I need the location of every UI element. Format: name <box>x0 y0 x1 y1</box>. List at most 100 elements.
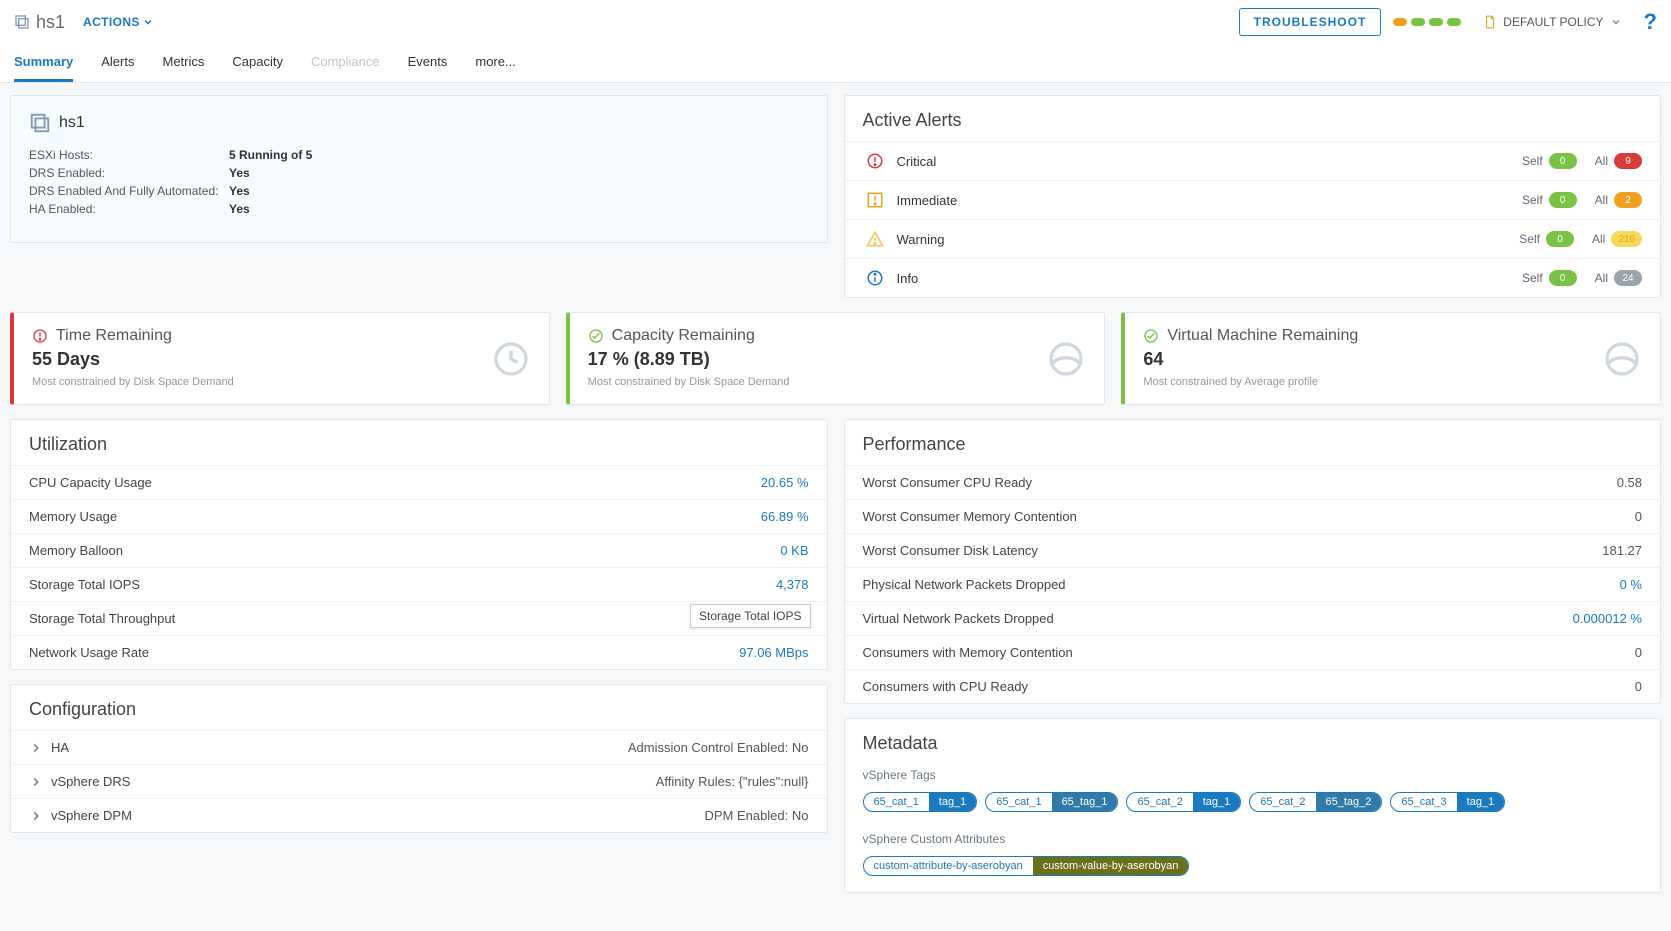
config-row-vsphere-drs[interactable]: vSphere DRSAffinity Rules: {"rules":null… <box>11 764 827 798</box>
kpi-virtual-machine-remaining[interactable]: Virtual Machine Remaining64Most constrai… <box>1121 312 1661 405</box>
page-title: hs1 <box>36 12 65 33</box>
alert-self-count: 0 <box>1546 231 1574 247</box>
tag-chip[interactable]: 65_cat_165_tag_1 <box>985 792 1118 812</box>
summary-key: DRS Enabled And Fully Automated: <box>29 184 229 198</box>
config-label: vSphere DRS <box>51 774 656 789</box>
alert-self-label: Self <box>1522 193 1543 207</box>
alert-row-critical[interactable]: CriticalSelf0All9 <box>845 141 1661 180</box>
tags-label: vSphere Tags <box>845 764 1661 792</box>
alert-self-label: Self <box>1519 232 1540 246</box>
metric-value[interactable]: 0.000012 % <box>1573 611 1642 626</box>
tag-chip[interactable]: 65_cat_265_tag_2 <box>1249 792 1382 812</box>
summary-value: Yes <box>229 184 250 198</box>
summary-key: DRS Enabled: <box>29 166 229 180</box>
tab-more[interactable]: more... <box>475 44 515 82</box>
config-row-vsphere-dpm[interactable]: vSphere DPMDPM Enabled: No <box>11 798 827 832</box>
health-badge[interactable] <box>1393 18 1407 26</box>
metric-value: 181.27 <box>1602 543 1642 558</box>
tab-metrics[interactable]: Metrics <box>162 44 204 82</box>
metric-value[interactable]: 4,378 <box>776 577 809 592</box>
alert-row-info[interactable]: InfoSelf0All24 <box>845 258 1661 297</box>
health-badge[interactable] <box>1447 18 1461 26</box>
tab-alerts[interactable]: Alerts <box>101 44 134 82</box>
alert-name: Warning <box>897 232 1502 247</box>
actions-menu[interactable]: ACTIONS <box>83 15 154 29</box>
chip-value: tag_1 <box>1193 793 1241 811</box>
alert-all-count: 9 <box>1614 153 1642 169</box>
metric-label: Worst Consumer CPU Ready <box>863 475 1033 490</box>
kpi-time-remaining[interactable]: Time Remaining55 DaysMost constrained by… <box>10 312 550 405</box>
metric-value[interactable]: 0 % <box>1620 577 1642 592</box>
cluster-icon <box>14 14 30 30</box>
metric-label: Storage Total IOPS <box>29 577 140 592</box>
alert-row-warning[interactable]: WarningSelf0All216 <box>845 219 1661 258</box>
performance-row: Consumers with CPU Ready 0 <box>845 669 1661 703</box>
tag-chip[interactable]: custom-attribute-by-aserobyancustom-valu… <box>863 856 1190 876</box>
kpi-status-icon <box>588 328 604 344</box>
performance-title: Performance <box>845 420 1661 465</box>
health-badge[interactable] <box>1411 18 1425 26</box>
config-row-ha[interactable]: HAAdmission Control Enabled: No <box>11 730 827 764</box>
performance-row: Worst Consumer CPU Ready 0.58 <box>845 465 1661 499</box>
policy-selector[interactable]: DEFAULT POLICY <box>1483 15 1621 29</box>
alert-all-label: All <box>1595 154 1608 168</box>
active-alerts-title: Active Alerts <box>845 96 1661 141</box>
performance-card: Performance Worst Consumer CPU Ready 0.58… <box>844 419 1662 704</box>
chevron-right-icon <box>29 809 43 823</box>
chip-category: custom-attribute-by-aserobyan <box>864 857 1033 875</box>
chevron-down-icon <box>142 16 154 28</box>
gauge-icon <box>1602 339 1642 379</box>
metric-value[interactable]: 66.89 % <box>761 509 809 524</box>
tag-chip[interactable]: 65_cat_2tag_1 <box>1126 792 1241 812</box>
tab-compliance: Compliance <box>311 44 380 82</box>
metadata-card: Metadata vSphere Tags 65_cat_1tag_165_ca… <box>844 718 1662 893</box>
alert-row-immediate[interactable]: ImmediateSelf0All2 <box>845 180 1661 219</box>
tag-chip[interactable]: 65_cat_3tag_1 <box>1390 792 1505 812</box>
config-label: HA <box>51 740 628 755</box>
metric-label: Storage Total Throughput <box>29 611 175 626</box>
chip-category: 65_cat_2 <box>1127 793 1192 811</box>
help-icon[interactable]: ? <box>1644 9 1657 35</box>
cluster-icon <box>29 112 51 134</box>
tab-capacity[interactable]: Capacity <box>232 44 283 82</box>
metric-value: 0 <box>1635 679 1642 694</box>
metric-label: Worst Consumer Memory Contention <box>863 509 1077 524</box>
health-badge[interactable] <box>1429 18 1443 26</box>
summary-card: hs1 ESXi Hosts:5 Running of 5DRS Enabled… <box>10 95 828 243</box>
metric-value[interactable]: 20.65 % <box>761 475 809 490</box>
performance-row: Worst Consumer Memory Contention0 <box>845 499 1661 533</box>
summary-value: Yes <box>229 202 250 216</box>
troubleshoot-button[interactable]: TROUBLESHOOT <box>1239 8 1382 36</box>
metadata-title: Metadata <box>845 719 1661 764</box>
tab-events[interactable]: Events <box>408 44 448 82</box>
config-value: Admission Control Enabled: No <box>628 740 809 755</box>
alert-square-icon <box>863 191 887 209</box>
metric-label: Memory Balloon <box>29 543 123 558</box>
tag-chip[interactable]: 65_cat_1tag_1 <box>863 792 978 812</box>
alert-name: Immediate <box>897 193 1504 208</box>
chevron-right-icon <box>29 775 43 789</box>
metric-value[interactable]: 97.06 MBps <box>739 645 808 660</box>
metric-value[interactable]: 0 KB <box>780 543 808 558</box>
summary-kv-row: DRS Enabled And Fully Automated:Yes <box>29 184 809 198</box>
kpi-status-icon <box>1143 328 1159 344</box>
tab-summary[interactable]: Summary <box>14 44 73 82</box>
kpi-capacity-remaining[interactable]: Capacity Remaining17 % (8.89 TB)Most con… <box>566 312 1106 405</box>
chip-category: 65_cat_1 <box>864 793 929 811</box>
configuration-card: Configuration HAAdmission Control Enable… <box>10 684 828 833</box>
metric-value: 0.58 <box>1617 475 1642 490</box>
metric-label: Network Usage Rate <box>29 645 149 660</box>
metric-value: 0 <box>1635 645 1642 660</box>
kpi-value: 17 % (8.89 TB) <box>588 349 1087 370</box>
utilization-row: Memory Balloon 0 KB <box>11 533 827 567</box>
health-badges[interactable] <box>1393 18 1461 26</box>
metric-label: Worst Consumer Disk Latency <box>863 543 1038 558</box>
config-label: vSphere DPM <box>51 808 704 823</box>
kpi-subtitle: Most constrained by Disk Space Demand <box>32 376 531 388</box>
utilization-row: Storage Total Throughput Storage Total IO… <box>11 601 827 635</box>
alert-self-label: Self <box>1522 271 1543 285</box>
tooltip: Storage Total IOPS <box>690 604 811 628</box>
summary-key: ESXi Hosts: <box>29 148 229 162</box>
metric-label: Consumers with CPU Ready <box>863 679 1028 694</box>
chevron-down-icon <box>1610 16 1622 28</box>
